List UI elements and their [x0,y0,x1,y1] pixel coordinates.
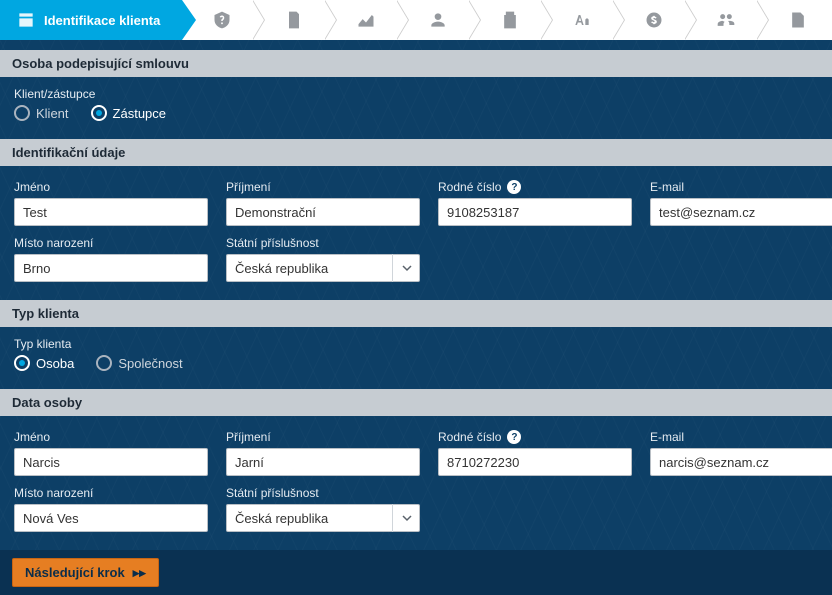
person-stat-select[interactable] [226,504,420,532]
help-icon[interactable]: ? [507,180,521,194]
person-email-input[interactable] [650,448,832,476]
users-icon [716,10,736,30]
identity-stat-select[interactable] [226,254,420,282]
wizard-step-10[interactable] [758,0,830,40]
person-rodne-input[interactable] [438,448,632,476]
radio-dot-icon [14,355,30,371]
chevron-down-icon[interactable] [392,504,420,532]
wizard-breadcrumb: Identifikace klienta [0,0,832,40]
wizard-step-3[interactable] [254,0,326,40]
radio-spolecnost-label: Společnost [118,356,182,371]
document-check-icon [284,10,304,30]
id-card-icon [16,10,36,30]
money-icon [644,10,664,30]
identity-rodne-input[interactable] [438,198,632,226]
identity-email-input[interactable] [650,198,832,226]
radio-zastupce[interactable]: Zástupce [91,105,166,121]
radio-osoba[interactable]: Osoba [14,355,74,371]
wizard-step-8[interactable] [614,0,686,40]
wizard-step-identifikace[interactable]: Identifikace klienta [0,0,182,40]
edit-note-icon [788,10,808,30]
identity-jmeno-input[interactable] [14,198,208,226]
clipboard-icon [500,10,520,30]
wizard-step-4[interactable] [326,0,398,40]
text-aa-icon [572,10,592,30]
help-icon[interactable]: ? [507,430,521,444]
client-type-radio-group: Osoba Společnost [14,355,818,371]
radio-dot-icon [14,105,30,121]
radio-spolecnost[interactable]: Společnost [96,355,182,371]
radio-dot-icon [96,355,112,371]
identity-prijmeni-input[interactable] [226,198,420,226]
radio-klient[interactable]: Klient [14,105,69,121]
person-jmeno-input[interactable] [14,448,208,476]
person-rodne-label: Rodné číslo [438,430,501,444]
identity-email-label: E-mail [650,180,832,194]
section-title-identity: Identifikační údaje [0,139,832,166]
signing-group-label: Klient/zástupce [14,87,818,101]
wizard-active-label: Identifikace klienta [44,13,160,28]
radio-klient-label: Klient [36,106,69,121]
radio-osoba-label: Osoba [36,356,74,371]
person-prijmeni-input[interactable] [226,448,420,476]
identity-prijmeni-label: Příjmení [226,180,420,194]
chart-growth-icon [356,10,376,30]
radio-dot-icon [91,105,107,121]
identity-misto-label: Místo narození [14,236,208,250]
chevron-double-right-icon: ▸▸ [133,566,146,579]
wizard-step-7[interactable] [542,0,614,40]
wizard-step-9[interactable] [686,0,758,40]
question-badge-icon [212,10,232,30]
wizard-step-5[interactable] [398,0,470,40]
section-title-client-type: Typ klienta [0,300,832,327]
identity-stat-label: Státní příslušnost [226,236,420,250]
client-type-group-label: Typ klienta [14,337,818,351]
user-icon [428,10,448,30]
footer-bar: Následující krok ▸▸ [0,550,832,595]
next-step-label: Následující krok [25,565,125,580]
person-jmeno-label: Jméno [14,430,208,444]
signing-radio-group: Klient Zástupce [14,105,818,121]
section-title-person-data: Data osoby [0,389,832,416]
identity-jmeno-label: Jméno [14,180,208,194]
next-step-button[interactable]: Následující krok ▸▸ [12,558,159,587]
wizard-step-6[interactable] [470,0,542,40]
person-misto-label: Místo narození [14,486,208,500]
person-email-label: E-mail [650,430,832,444]
person-misto-input[interactable] [14,504,208,532]
chevron-down-icon[interactable] [392,254,420,282]
identity-rodne-label: Rodné číslo [438,180,501,194]
radio-zastupce-label: Zástupce [113,106,166,121]
section-title-signing: Osoba podepisující smlouvu [0,50,832,77]
identity-misto-input[interactable] [14,254,208,282]
person-stat-label: Státní příslušnost [226,486,420,500]
person-prijmeni-label: Příjmení [226,430,420,444]
